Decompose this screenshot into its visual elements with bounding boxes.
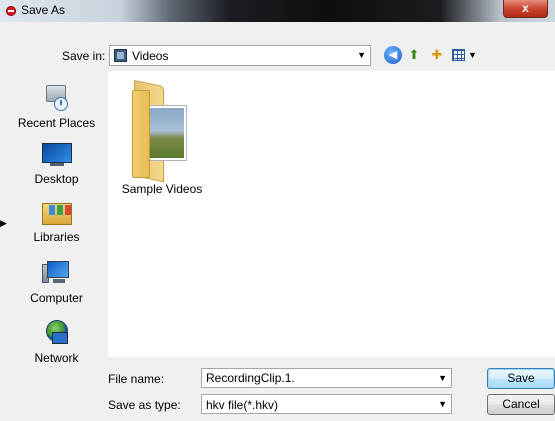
back-arrow-icon[interactable]: ◀ — [384, 46, 402, 64]
network-icon — [40, 318, 74, 348]
save-as-type-dropdown[interactable]: hkv file(*.hkv) ▼ — [201, 394, 452, 414]
close-button[interactable]: x — [503, 0, 548, 18]
place-network[interactable]: Network — [14, 318, 99, 365]
view-menu-chevron-icon: ▼ — [468, 50, 477, 60]
file-name-input[interactable] — [202, 369, 432, 387]
place-label: Libraries — [33, 230, 80, 244]
chevron-down-icon[interactable]: ▼ — [438, 399, 447, 409]
place-label: Computer — [30, 291, 83, 305]
places-bar: Recent Places Desktop Libraries Computer… — [14, 73, 99, 373]
save-button[interactable]: Save — [487, 368, 555, 389]
place-computer[interactable]: Computer — [14, 258, 99, 305]
folder-icon — [132, 78, 190, 183]
computer-icon — [40, 258, 74, 288]
desktop-icon — [40, 139, 74, 169]
chevron-down-icon[interactable]: ▼ — [438, 373, 447, 383]
new-folder-icon[interactable]: ✚ — [428, 46, 446, 64]
chevron-right-icon: ▶ — [0, 218, 7, 228]
save-in-dropdown[interactable]: Videos ▼ — [109, 45, 371, 66]
recent-places-icon — [40, 83, 74, 113]
view-menu-icon[interactable]: ▼ — [450, 46, 480, 64]
save-in-value: Videos — [132, 49, 169, 63]
list-item[interactable]: Sample Videos — [120, 78, 204, 196]
save-in-label: Save in: — [62, 49, 106, 63]
place-label: Network — [34, 351, 79, 365]
place-libraries[interactable]: Libraries — [14, 197, 99, 244]
file-name-combobox[interactable]: ▼ — [201, 368, 452, 388]
place-desktop[interactable]: Desktop — [14, 139, 99, 186]
file-name-label: File name: — [108, 372, 165, 386]
file-list[interactable]: Sample Videos — [108, 71, 555, 357]
folder-name: Sample Videos — [121, 182, 203, 196]
place-label: Recent Places — [17, 116, 96, 130]
save-as-type-value: hkv file(*.hkv) — [206, 398, 279, 412]
title-bar[interactable]: Save As x — [0, 0, 555, 22]
save-as-type-label: Save as type: — [108, 398, 181, 412]
app-icon — [6, 6, 16, 16]
videos-folder-icon — [114, 49, 127, 62]
up-folder-icon[interactable]: ⬆ — [405, 46, 423, 64]
place-label: Desktop — [34, 172, 79, 186]
libraries-icon — [40, 197, 74, 227]
window-title: Save As — [21, 3, 66, 17]
view-grid-icon — [452, 49, 465, 61]
place-recent-places[interactable]: Recent Places — [14, 83, 99, 130]
chevron-down-icon[interactable]: ▼ — [357, 50, 366, 60]
cancel-button[interactable]: Cancel — [487, 394, 555, 415]
save-as-dialog: Save As x Save in: Videos ▼ ◀ ⬆ ✚ ▼ ▶ Re… — [0, 0, 555, 421]
